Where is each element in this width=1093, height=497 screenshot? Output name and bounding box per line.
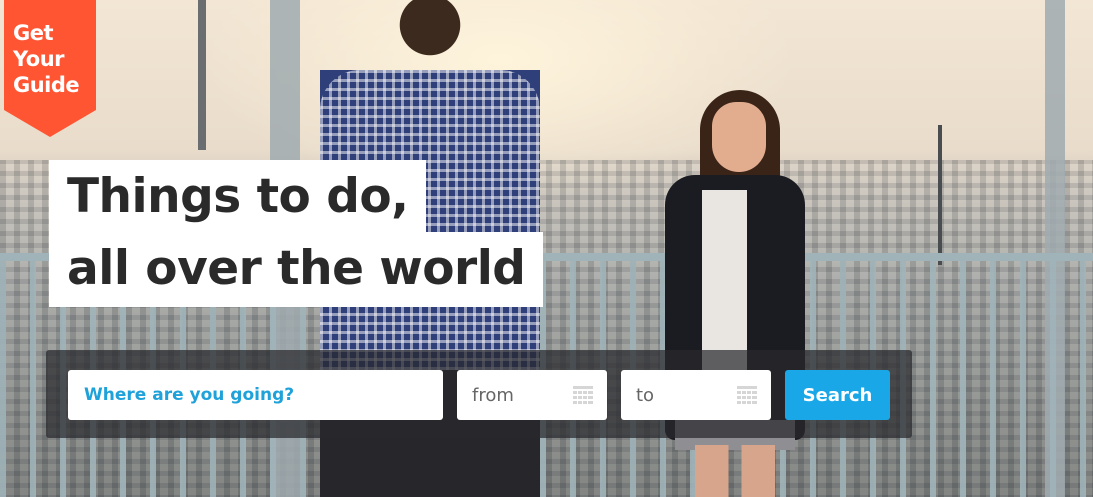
getyourguide-logo[interactable]: Get Your Guide bbox=[4, 0, 96, 137]
eiffel-tower bbox=[930, 125, 950, 265]
destination-placeholder: Where are you going? bbox=[84, 385, 295, 405]
from-placeholder: from bbox=[472, 384, 514, 406]
calendar-icon[interactable] bbox=[737, 386, 757, 405]
logo-wordmark: Get Your Guide bbox=[13, 21, 80, 97]
search-button[interactable]: Search bbox=[785, 370, 890, 420]
from-date-input[interactable]: from bbox=[457, 370, 607, 420]
headline-line-1: Things to do, bbox=[49, 160, 427, 235]
to-date-input[interactable]: to bbox=[621, 370, 771, 420]
antenna-tower bbox=[198, 0, 206, 150]
destination-input[interactable]: Where are you going? bbox=[68, 370, 443, 420]
to-placeholder: to bbox=[636, 384, 655, 406]
headline-line-2: all over the world bbox=[49, 232, 544, 307]
calendar-icon[interactable] bbox=[573, 386, 593, 405]
